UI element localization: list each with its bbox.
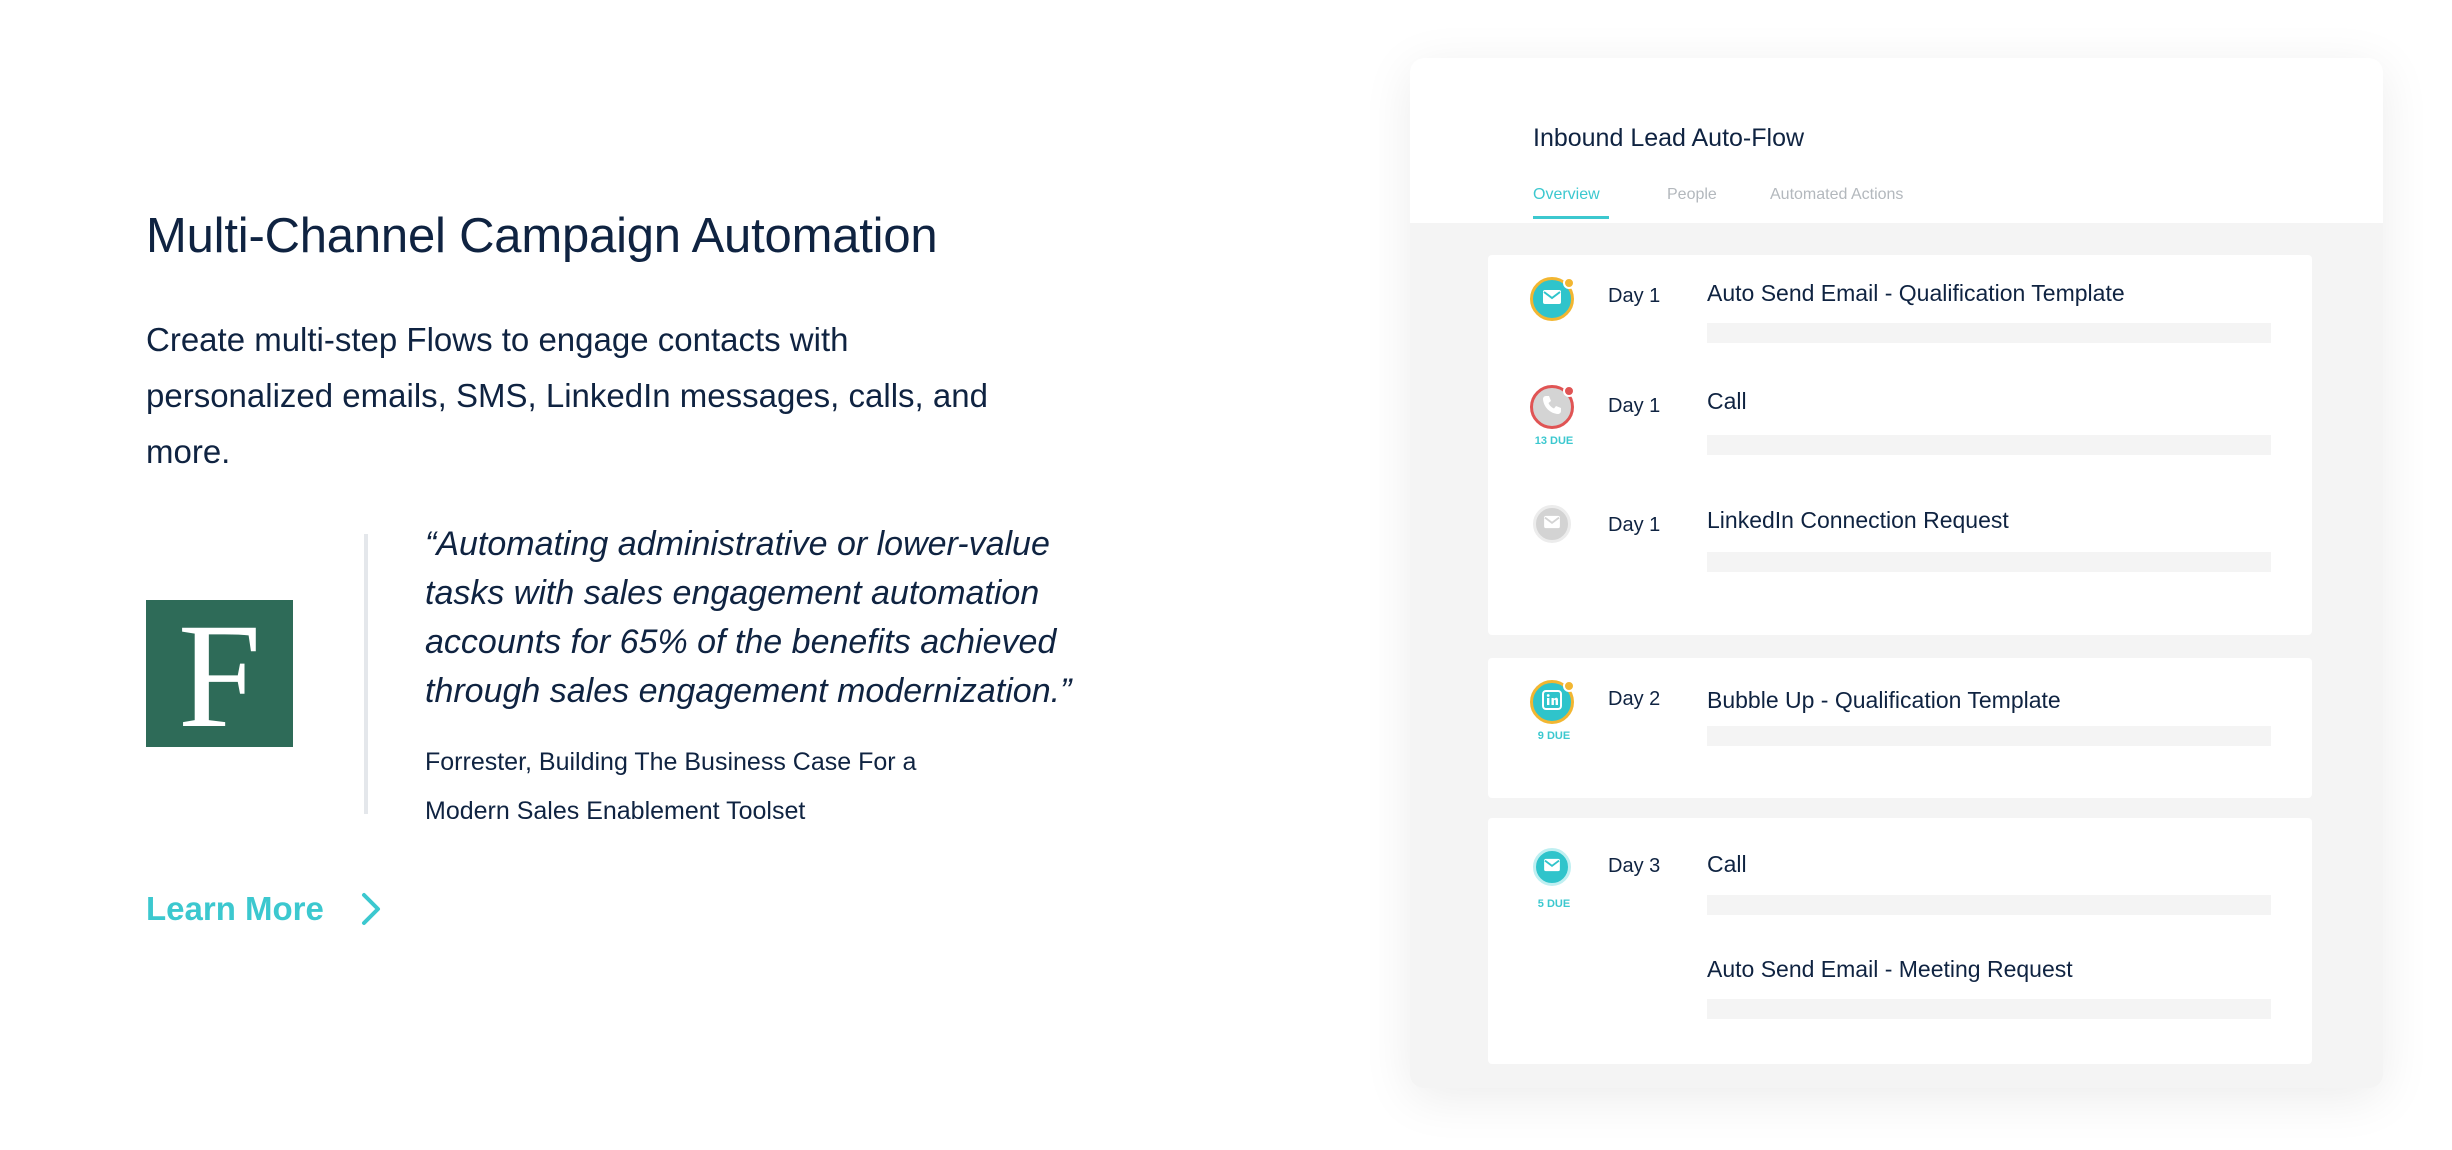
due-count-badge: 9 DUE xyxy=(1537,730,1571,742)
step-action: Auto Send Email - Meeting Request xyxy=(1707,956,2073,982)
step-action: LinkedIn Connection Request xyxy=(1707,507,2009,533)
flow-header: Inbound Lead Auto-Flow Overview People A… xyxy=(1410,58,2383,223)
step-placeholder-bar xyxy=(1707,895,2271,915)
step-placeholder-bar xyxy=(1707,999,2271,1019)
email-icon xyxy=(1543,858,1561,877)
call-status xyxy=(1530,385,1575,429)
warning-dot xyxy=(1563,277,1575,289)
step-group-day-2: 9 DUE Day 2 Bubble Up - Qualification Te… xyxy=(1488,658,2312,798)
quote-source: Forrester, Building The Business Case Fo… xyxy=(425,748,917,825)
linkedin-icon xyxy=(1542,689,1562,715)
step-day: Day 2 xyxy=(1608,688,1661,710)
quote-divider xyxy=(364,534,368,814)
warning-dot xyxy=(1563,680,1575,692)
section-description: Create multi-step Flows to engage contac… xyxy=(146,321,988,470)
step-action: Auto Send Email - Qualification Template xyxy=(1707,280,2125,306)
section-heading: Multi-Channel Campaign Automation xyxy=(146,209,938,263)
tab-overview[interactable]: Overview xyxy=(1533,186,1600,204)
step-action: Call xyxy=(1707,851,1747,877)
email-icon xyxy=(1543,515,1561,534)
step-day: Day 1 xyxy=(1608,285,1661,307)
active-tab-indicator xyxy=(1533,216,1609,219)
step-day: Day 1 xyxy=(1608,395,1661,417)
tab-people[interactable]: People xyxy=(1667,186,1717,204)
due-count-badge: 13 DUE xyxy=(1534,435,1574,447)
alert-dot xyxy=(1563,385,1575,397)
email-status xyxy=(1533,848,1571,886)
step-placeholder-bar xyxy=(1707,323,2271,343)
step-day: Day 1 xyxy=(1608,514,1661,536)
step-group-day-3: 5 DUE Day 3 Call Auto Send Email - Meeti… xyxy=(1488,818,2312,1064)
step-placeholder-bar xyxy=(1707,435,2271,455)
step-placeholder-bar xyxy=(1707,552,2271,572)
due-count-badge: 5 DUE xyxy=(1537,898,1571,910)
phone-icon xyxy=(1541,394,1563,421)
email-status xyxy=(1530,277,1575,321)
step-day: Day 3 xyxy=(1608,855,1661,877)
email-status xyxy=(1533,505,1571,543)
linkedin-status xyxy=(1530,680,1575,724)
testimonial-quote: “Automating administrative or lower-valu… xyxy=(425,525,1072,710)
flow-title: Inbound Lead Auto-Flow xyxy=(1533,124,1805,152)
step-action: Call xyxy=(1707,388,1747,414)
step-action: Bubble Up - Qualification Template xyxy=(1707,687,2061,713)
flow-app-card: Inbound Lead Auto-Flow Overview People A… xyxy=(1410,58,2383,1088)
forrester-logo-letter: F xyxy=(177,592,262,759)
chevron-right-icon xyxy=(360,892,382,926)
step-group-day-1: Day 1 Auto Send Email - Qualification Te… xyxy=(1488,255,2312,635)
learn-more-label: Learn More xyxy=(146,890,324,927)
forrester-logo: F xyxy=(146,600,293,751)
tab-automated-actions[interactable]: Automated Actions xyxy=(1770,186,1903,204)
email-icon xyxy=(1542,289,1562,310)
step-placeholder-bar xyxy=(1707,726,2271,746)
learn-more-link[interactable]: Learn More xyxy=(146,890,382,928)
